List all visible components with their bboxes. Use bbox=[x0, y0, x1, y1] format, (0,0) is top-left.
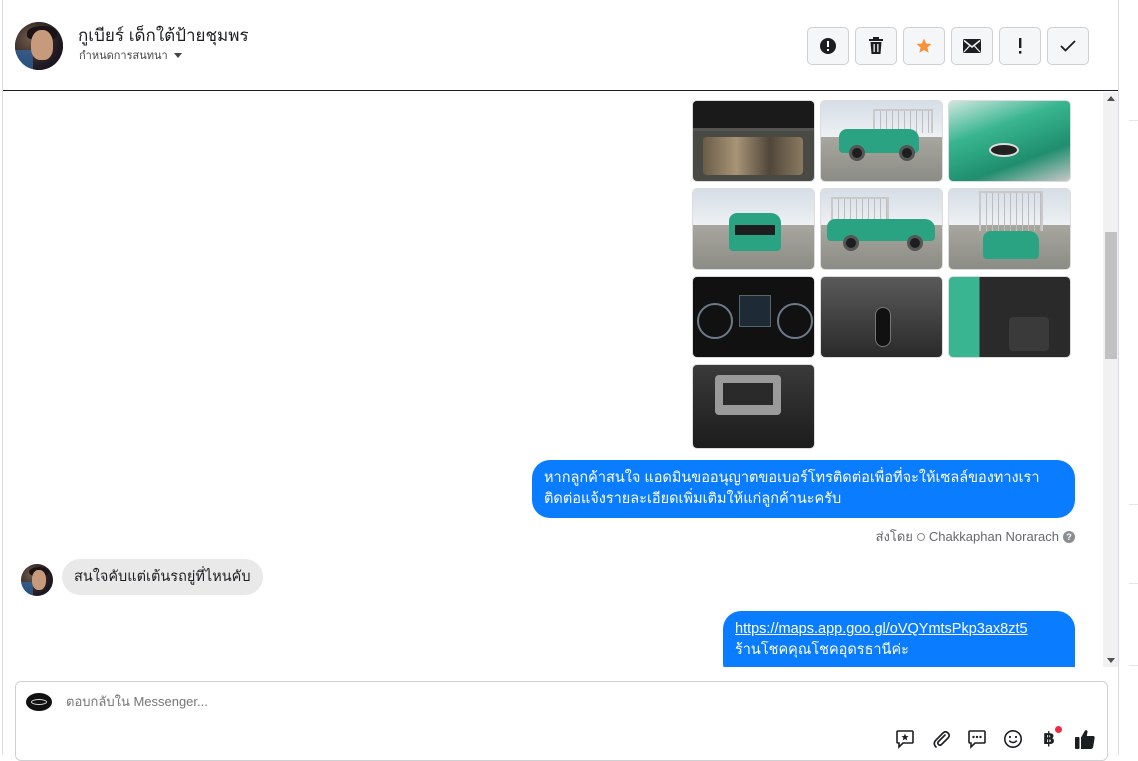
message-thread[interactable]: หากลูกค้าสนใจ แอดมินขออนุญาตขอเบอร์โทรติ… bbox=[3, 92, 1103, 667]
reply-composer: ฿ bbox=[15, 681, 1108, 761]
assign-conversation-dropdown[interactable]: กำหนดการสนทนา bbox=[79, 46, 182, 64]
reply-input[interactable] bbox=[66, 694, 886, 709]
attach-button[interactable] bbox=[930, 728, 952, 750]
caret-down-icon bbox=[173, 53, 182, 58]
contact-name[interactable]: กูเบียร์ เด็กใต้ป้ายชุมพร bbox=[78, 22, 249, 49]
car-photo[interactable] bbox=[820, 188, 943, 270]
checkmark-icon bbox=[1060, 40, 1076, 52]
paperclip-icon bbox=[933, 730, 951, 748]
incoming-message[interactable]: สนใจคับแต่เต้นรถยู่ที่ไหนคับ bbox=[62, 559, 263, 595]
car-photo[interactable] bbox=[692, 100, 815, 182]
contact-avatar[interactable] bbox=[15, 22, 63, 70]
message-line: ร้านโชคคุณโชคอุดรธานีค่ะ bbox=[735, 642, 909, 658]
divider bbox=[1129, 120, 1138, 121]
page-icon bbox=[916, 532, 925, 541]
exclamation-icon bbox=[1019, 38, 1022, 54]
trash-icon bbox=[869, 37, 883, 54]
conversation-toolbar bbox=[807, 27, 1089, 65]
alert-circle-icon bbox=[820, 38, 836, 54]
sent-by-name[interactable]: Chakkaphan Norarach bbox=[929, 529, 1059, 544]
sent-by-info: ส่งโดย Chakkaphan Norarach ? bbox=[876, 526, 1075, 547]
star-button[interactable] bbox=[903, 27, 945, 65]
emoji-button[interactable] bbox=[1002, 728, 1024, 750]
mark-unread-button[interactable] bbox=[951, 27, 993, 65]
thread-scrollbar[interactable] bbox=[1103, 92, 1118, 667]
baht-icon: ฿ bbox=[1043, 729, 1055, 749]
delete-button[interactable] bbox=[855, 27, 897, 65]
saved-reply-button[interactable] bbox=[894, 728, 916, 750]
right-gutter bbox=[1120, 0, 1138, 755]
divider bbox=[1129, 504, 1138, 505]
outgoing-message[interactable]: https://maps.app.goo.gl/oVQYmtsPkp3ax8zt… bbox=[723, 611, 1075, 667]
assign-conversation-label: กำหนดการสนทนา bbox=[79, 49, 168, 62]
outgoing-message[interactable]: หากลูกค้าสนใจ แอดมินขออนุญาตขอเบอร์โทรติ… bbox=[532, 460, 1075, 518]
inbox-conversation-panel: กูเบียร์ เด็กใต้ป้ายชุมพร กำหนดการสนทนา bbox=[2, 0, 1119, 761]
envelope-icon bbox=[963, 39, 981, 53]
scroll-down-arrow-icon[interactable] bbox=[1107, 658, 1115, 663]
spam-button[interactable] bbox=[807, 27, 849, 65]
payment-button[interactable]: ฿ bbox=[1038, 726, 1062, 750]
page-avatar bbox=[26, 693, 52, 711]
scroll-up-arrow-icon[interactable] bbox=[1107, 96, 1115, 101]
conversation-header: กูเบียร์ เด็กใต้ป้ายชุมพร กำหนดการสนทนา bbox=[3, 0, 1118, 91]
car-photo[interactable] bbox=[692, 188, 815, 270]
star-icon bbox=[916, 38, 932, 53]
maps-link[interactable]: https://maps.app.goo.gl/oVQYmtsPkp3ax8zt… bbox=[735, 621, 1028, 637]
chat-bubble-icon bbox=[968, 730, 986, 749]
car-photo[interactable] bbox=[820, 100, 943, 182]
contact-avatar-small[interactable] bbox=[21, 564, 53, 596]
saved-reply-icon bbox=[896, 730, 914, 749]
car-photo[interactable] bbox=[692, 364, 815, 449]
smiley-icon bbox=[1004, 730, 1022, 748]
divider bbox=[1129, 665, 1138, 666]
mark-done-button[interactable] bbox=[1047, 27, 1089, 65]
car-photo[interactable] bbox=[948, 100, 1071, 182]
like-button[interactable] bbox=[1074, 728, 1096, 750]
message-line: ติดต่อแจ้งรายละเอียดเพิ่มเติมให้แก่ลูกค้… bbox=[544, 491, 842, 507]
car-photo[interactable] bbox=[820, 276, 943, 358]
notification-dot bbox=[1055, 726, 1062, 733]
scroll-thumb[interactable] bbox=[1105, 232, 1117, 359]
composer-actions: ฿ bbox=[894, 726, 1096, 750]
quick-replies-button[interactable] bbox=[966, 728, 988, 750]
car-photo[interactable] bbox=[948, 188, 1071, 270]
thumbs-up-icon bbox=[1075, 730, 1095, 749]
help-icon[interactable]: ? bbox=[1063, 530, 1075, 543]
follow-up-button[interactable] bbox=[999, 27, 1041, 65]
divider bbox=[1129, 583, 1138, 584]
message-line: หากลูกค้าสนใจ แอดมินขออนุญาตขอเบอร์โทรติ… bbox=[544, 470, 1040, 486]
car-photo[interactable] bbox=[948, 276, 1071, 358]
car-photo[interactable] bbox=[692, 276, 815, 358]
sent-by-label: ส่งโดย bbox=[875, 529, 913, 544]
